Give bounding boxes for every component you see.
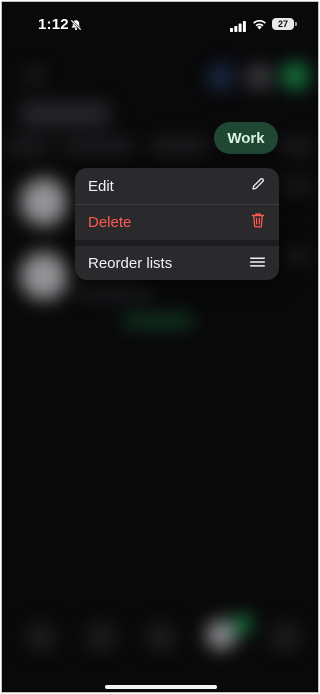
reorder-lines-icon (250, 255, 265, 272)
wifi-icon (252, 17, 267, 35)
phone-screen: 1:12 27 Work Edit Delete Reorder lists (1, 1, 319, 693)
edit-menu-item[interactable]: Edit (75, 168, 279, 204)
delete-menu-item[interactable]: Delete (75, 204, 279, 240)
work-list-chip[interactable]: Work (214, 122, 278, 154)
reorder-label: Reorder lists (88, 254, 173, 272)
edit-label: Edit (88, 177, 114, 195)
bell-slash-icon (70, 18, 82, 36)
home-indicator[interactable] (105, 685, 217, 689)
pencil-icon (251, 177, 265, 195)
cellular-signal-icon (230, 19, 246, 37)
status-bar: 1:12 27 (2, 2, 318, 48)
delete-label: Delete (88, 213, 132, 231)
battery-icon: 27 (272, 18, 297, 30)
trash-icon (251, 212, 265, 232)
status-time: 1:12 (38, 16, 69, 33)
reorder-lists-menu-item[interactable]: Reorder lists (75, 246, 279, 280)
dim-overlay (2, 2, 318, 692)
context-menu: Edit Delete Reorder lists (75, 168, 279, 280)
